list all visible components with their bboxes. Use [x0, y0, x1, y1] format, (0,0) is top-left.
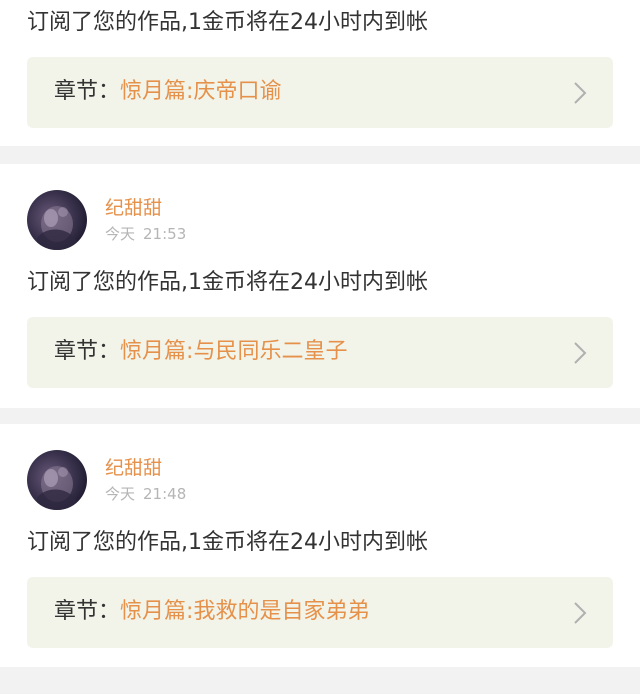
notification-message: 订阅了您的作品,1金币将在24小时内到帐 [27, 530, 428, 555]
timestamp-clock: 21:48 [143, 485, 187, 503]
chapter-link[interactable]: 章节：惊月篇:庆帝口谕 [27, 57, 613, 128]
chevron-right-icon [574, 342, 587, 364]
notification-message: 订阅了您的作品,1金币将在24小时内到帐 [27, 10, 428, 35]
chevron-right-icon [574, 602, 587, 624]
chapter-title: 惊月篇:与民同乐二皇子 [120, 339, 348, 364]
notification-message: 订阅了您的作品,1金币将在24小时内到帐 [27, 270, 428, 295]
chapter-colon: ： [98, 79, 121, 104]
chapter-colon: ： [98, 599, 121, 624]
chapter-label: 章节 [54, 599, 99, 624]
timestamp-day: 今天 [105, 225, 136, 243]
chapter-link[interactable]: 章节：惊月篇:与民同乐二皇子 [27, 317, 613, 388]
chapter-label: 章节 [54, 79, 99, 104]
timestamp-clock: 21:53 [143, 225, 187, 243]
notification-card: 订阅了您的作品,1金币将在24小时内到帐 章节：惊月篇:庆帝口谕 [0, 0, 640, 146]
timestamp: 今天 21:48 [105, 484, 186, 504]
timestamp-day: 今天 [105, 485, 136, 503]
chapter-text: 章节：惊月篇:我救的是自家弟弟 [54, 597, 369, 627]
chevron-right-icon [574, 82, 587, 104]
chapter-label: 章节 [54, 339, 99, 364]
chapter-colon: ： [98, 339, 121, 364]
notification-card: 纪甜甜 今天 21:53 订阅了您的作品,1金币将在24小时内到帐 章节：惊月篇:… [0, 164, 640, 408]
chapter-title: 惊月篇:庆帝口谕 [120, 79, 282, 104]
username[interactable]: 纪甜甜 [105, 456, 162, 480]
notification-feed: 订阅了您的作品,1金币将在24小时内到帐 章节：惊月篇:庆帝口谕 纪甜甜 今天 … [0, 0, 640, 694]
notification-card: 纪甜甜 今天 21:48 订阅了您的作品,1金币将在24小时内到帐 章节：惊月篇:… [0, 424, 640, 667]
timestamp: 今天 21:53 [105, 224, 186, 244]
avatar[interactable] [27, 450, 87, 510]
username[interactable]: 纪甜甜 [105, 196, 162, 220]
chapter-text: 章节：惊月篇:庆帝口谕 [54, 77, 281, 107]
chapter-text: 章节：惊月篇:与民同乐二皇子 [54, 337, 347, 367]
chapter-link[interactable]: 章节：惊月篇:我救的是自家弟弟 [27, 577, 613, 648]
avatar[interactable] [27, 190, 87, 250]
chapter-title: 惊月篇:我救的是自家弟弟 [120, 599, 370, 624]
